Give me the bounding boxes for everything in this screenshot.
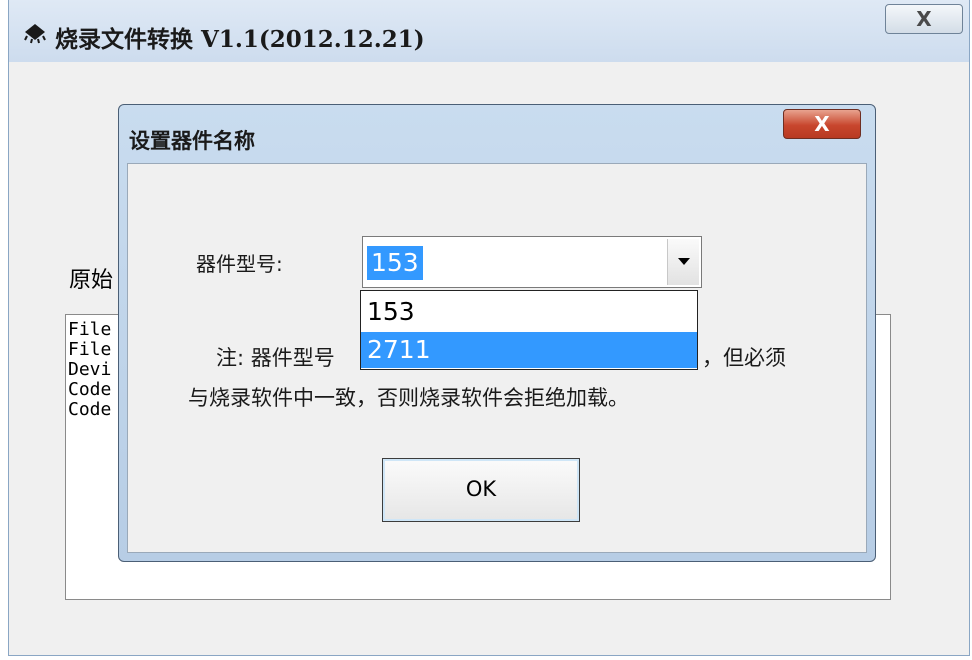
chevron-down-icon (678, 258, 690, 265)
combo-dropdown-button[interactable] (667, 239, 699, 285)
combo-selected-value: 153 (367, 246, 423, 280)
close-icon: X (814, 112, 830, 136)
note-text-line1: 注: 器件型号 (216, 346, 335, 370)
main-window-title: 烧录文件转换 V1.1(2012.12.21) (55, 26, 425, 53)
ok-button[interactable]: OK (382, 458, 580, 522)
info-line: File (68, 339, 112, 360)
chip-icon (24, 24, 46, 44)
info-line: Code (68, 379, 112, 400)
info-line: Code (68, 399, 112, 420)
main-close-button[interactable]: X (885, 4, 963, 34)
dialog-close-button[interactable]: X (783, 109, 861, 139)
close-icon: X (916, 7, 932, 31)
main-title-bar[interactable]: 烧录文件转换 V1.1(2012.12.21) X (9, 0, 969, 62)
dialog-title: 设置器件名称 (129, 128, 255, 153)
dropdown-option-153[interactable]: 153 (361, 294, 697, 330)
info-line: File (68, 319, 112, 340)
note-text-line2: 与烧录软件中一致，否则烧录软件会拒绝加载。 (188, 386, 629, 410)
dropdown-option-2711[interactable]: 2711 (361, 332, 697, 368)
info-line: Devi (68, 359, 112, 380)
device-model-dropdown-list: 153 2711 (360, 290, 698, 370)
device-model-label: 器件型号: (196, 252, 283, 276)
device-model-combobox[interactable]: 153 (362, 236, 702, 288)
ok-button-label: OK (465, 477, 497, 501)
note-text-line1-tail: ，但必须 (702, 346, 786, 370)
original-file-label: 原始 (69, 268, 114, 293)
